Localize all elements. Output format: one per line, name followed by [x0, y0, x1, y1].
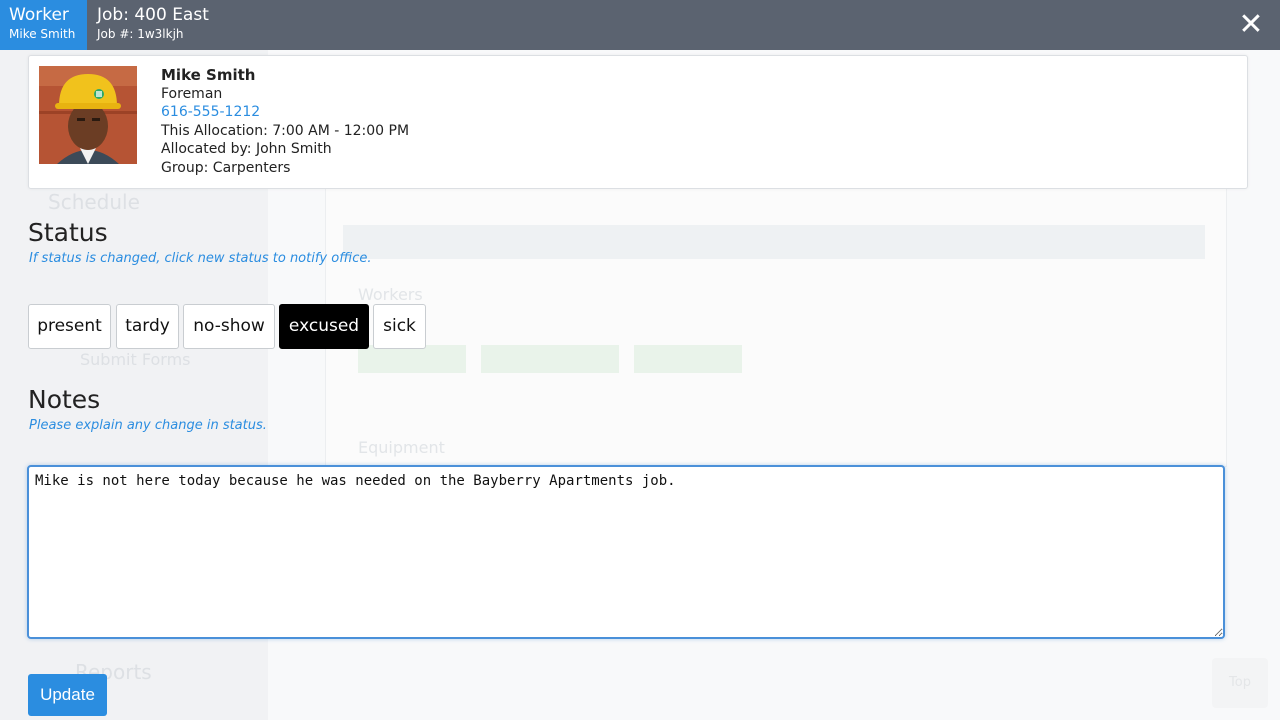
- background-top-button: Top: [1212, 658, 1268, 708]
- status-hint: If status is changed, click new status t…: [29, 251, 372, 266]
- background-workers-heading: Workers: [358, 285, 423, 304]
- worker-card: Mike Smith Foreman 616-555-1212 This All…: [28, 55, 1248, 189]
- notes-textarea[interactable]: Mike is not here today because he was ne…: [27, 465, 1225, 639]
- worker-role: Foreman: [161, 85, 223, 102]
- modal-header: Worker Mike Smith Job: 400 East Job #: 1…: [0, 0, 1280, 50]
- status-excused-button[interactable]: excused: [279, 304, 369, 349]
- job-title: Job: 400 East: [97, 5, 209, 25]
- worker-avatar: [39, 66, 137, 164]
- background-worker-card: [358, 345, 466, 373]
- status-tardy-button[interactable]: tardy: [116, 304, 179, 349]
- worker-allocation: This Allocation: 7:00 AM - 12:00 PM: [161, 122, 410, 139]
- background-sidebar-item: Submit Forms: [80, 350, 191, 369]
- worker-tab-label: Worker: [9, 5, 69, 25]
- notes-hint: Please explain any change in status.: [29, 418, 267, 433]
- notes-title: Notes: [28, 385, 101, 414]
- status-title: Status: [28, 218, 108, 247]
- worker-info: Mike Smith Foreman 616-555-1212 This All…: [161, 66, 409, 177]
- status-present-button[interactable]: present: [28, 304, 111, 349]
- worker-name: Mike Smith: [161, 66, 256, 84]
- update-button[interactable]: Update: [28, 674, 107, 716]
- background-worker-card: [481, 345, 619, 373]
- close-icon[interactable]: ✕: [1234, 8, 1268, 42]
- background-panel-bar: [343, 225, 1205, 259]
- job-number: Job #: 1w3lkjh: [97, 27, 184, 41]
- status-sick-button[interactable]: sick: [373, 304, 426, 349]
- worker-phone-link[interactable]: 616-555-1212: [161, 104, 260, 120]
- background-sidebar-item: Schedule: [48, 190, 140, 214]
- background-equipment-heading: Equipment: [358, 438, 445, 457]
- status-no-show-button[interactable]: no-show: [183, 304, 275, 349]
- worker-tab-name: Mike Smith: [9, 27, 76, 41]
- worker-group: Group: Carpenters: [161, 159, 291, 176]
- worker-allocated-by: Allocated by: John Smith: [161, 141, 332, 157]
- background-worker-card: [634, 345, 742, 373]
- worker-tab[interactable]: Worker Mike Smith: [0, 0, 87, 50]
